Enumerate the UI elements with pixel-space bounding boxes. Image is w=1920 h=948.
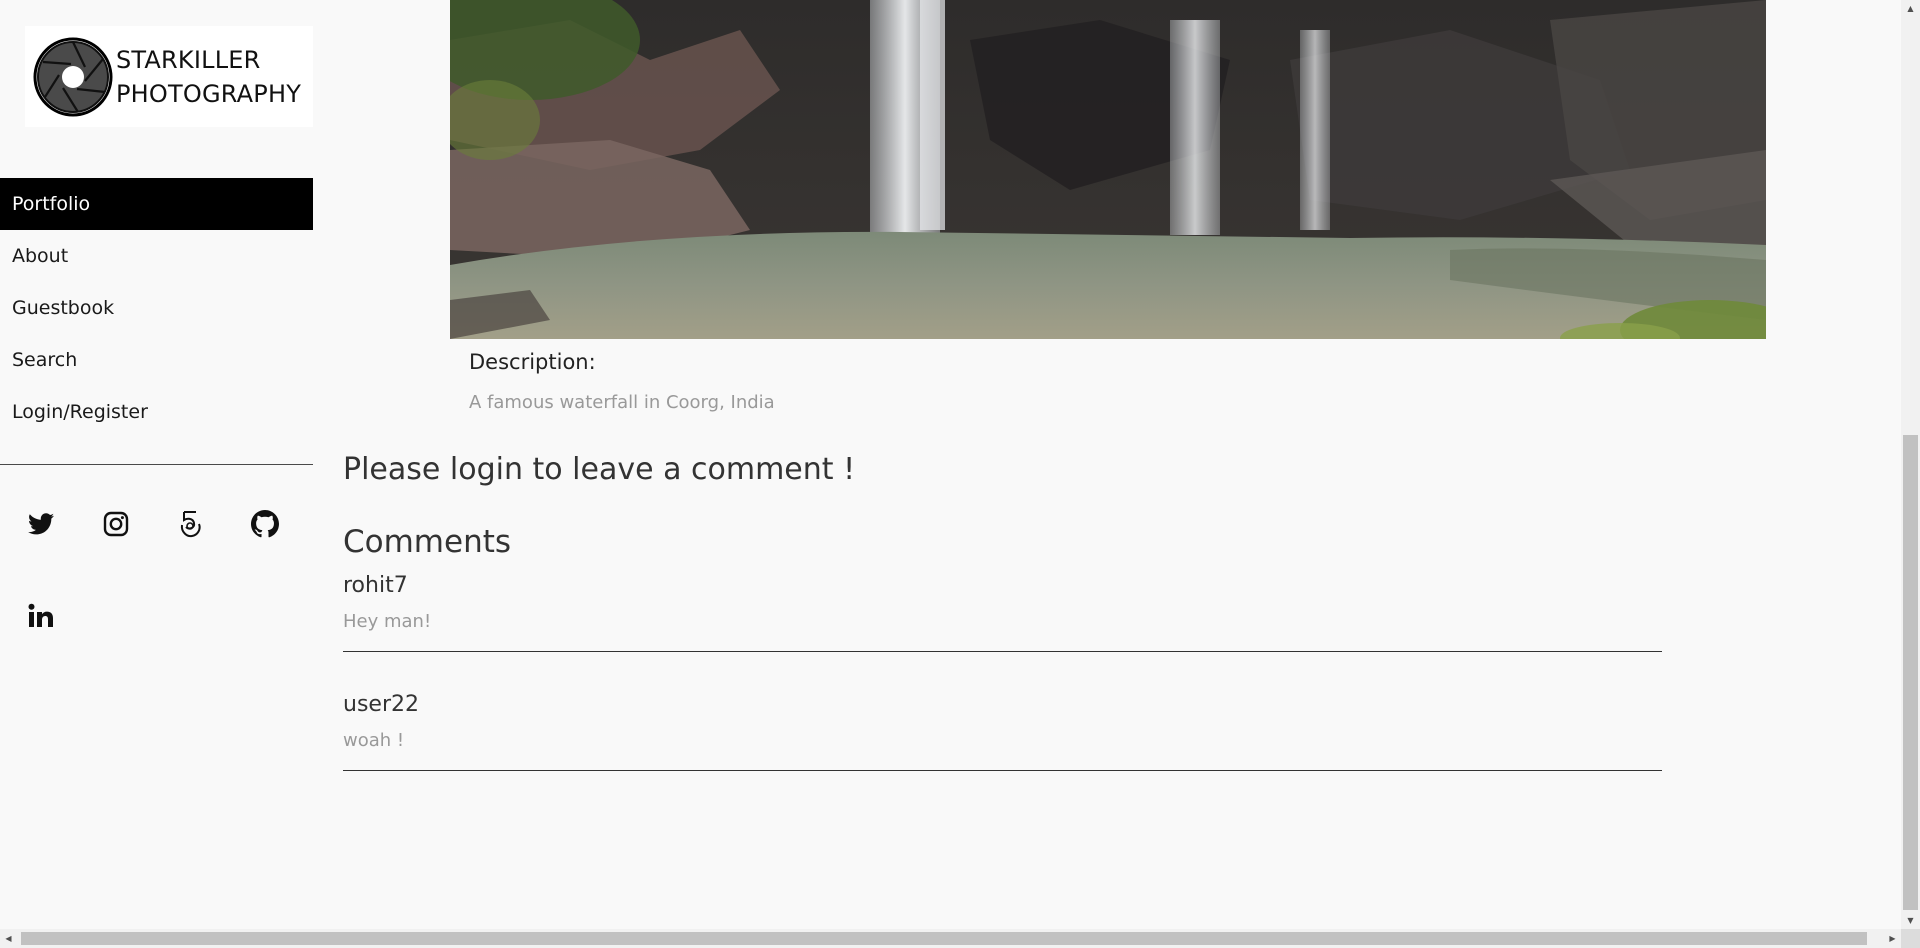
comments-title: Comments [343, 524, 512, 560]
nav-item-guestbook[interactable]: Guestbook [0, 282, 313, 334]
sidebar: STARKILLER PHOTOGRAPHY Portfolio About G… [0, 0, 313, 929]
comment-username: user22 [343, 692, 419, 717]
scroll-down-arrow-icon[interactable]: ▼ [1901, 912, 1920, 929]
waterfall-photo [450, 0, 1766, 339]
comment-divider [343, 770, 1662, 771]
github-icon[interactable] [250, 509, 280, 539]
photo-image [450, 0, 1766, 339]
comment-item: rohit7 Hey man! [343, 571, 1662, 652]
instagram-icon[interactable] [101, 509, 131, 539]
scrollbar-corner [1901, 929, 1920, 948]
description-text: A famous waterfall in Coorg, India [469, 392, 775, 413]
description-label: Description: [469, 350, 596, 374]
scroll-right-arrow-icon[interactable]: ▶ [1884, 929, 1901, 948]
main-nav: Portfolio About Guestbook Search Login/R… [0, 178, 313, 438]
comment-text: Hey man! [343, 611, 432, 632]
page: STARKILLER PHOTOGRAPHY Portfolio About G… [0, 0, 1920, 948]
login-prompt: Please login to leave a comment ! [343, 452, 856, 487]
horizontal-scrollbar[interactable]: ◀ ▶ [0, 929, 1901, 948]
horizontal-scrollbar-thumb[interactable] [21, 932, 1867, 945]
nav-item-search[interactable]: Search [0, 334, 313, 386]
comment-item: user22 woah ! [343, 690, 1662, 771]
vertical-scrollbar[interactable]: ▲ ▼ [1901, 0, 1920, 929]
vertical-scrollbar-thumb[interactable] [1903, 435, 1918, 910]
comment-username: rohit7 [343, 573, 408, 598]
logo-line-1: STARKILLER [116, 45, 261, 74]
site-logo[interactable]: STARKILLER PHOTOGRAPHY [25, 26, 313, 127]
nav-item-login-register[interactable]: Login/Register [0, 386, 313, 438]
comment-divider [343, 651, 1662, 652]
nav-item-portfolio[interactable]: Portfolio [0, 178, 313, 230]
logo-text: STARKILLER PHOTOGRAPHY [116, 43, 301, 111]
sidebar-divider [0, 464, 313, 465]
camera-aperture-icon [33, 37, 113, 116]
500px-icon[interactable] [175, 509, 205, 539]
scroll-up-arrow-icon[interactable]: ▲ [1901, 0, 1920, 17]
linkedin-icon[interactable] [26, 601, 56, 631]
logo-line-2: PHOTOGRAPHY [116, 79, 302, 108]
scroll-left-arrow-icon[interactable]: ◀ [0, 929, 17, 948]
comment-text: woah ! [343, 730, 405, 751]
twitter-icon[interactable] [26, 509, 56, 539]
nav-item-about[interactable]: About [0, 230, 313, 282]
